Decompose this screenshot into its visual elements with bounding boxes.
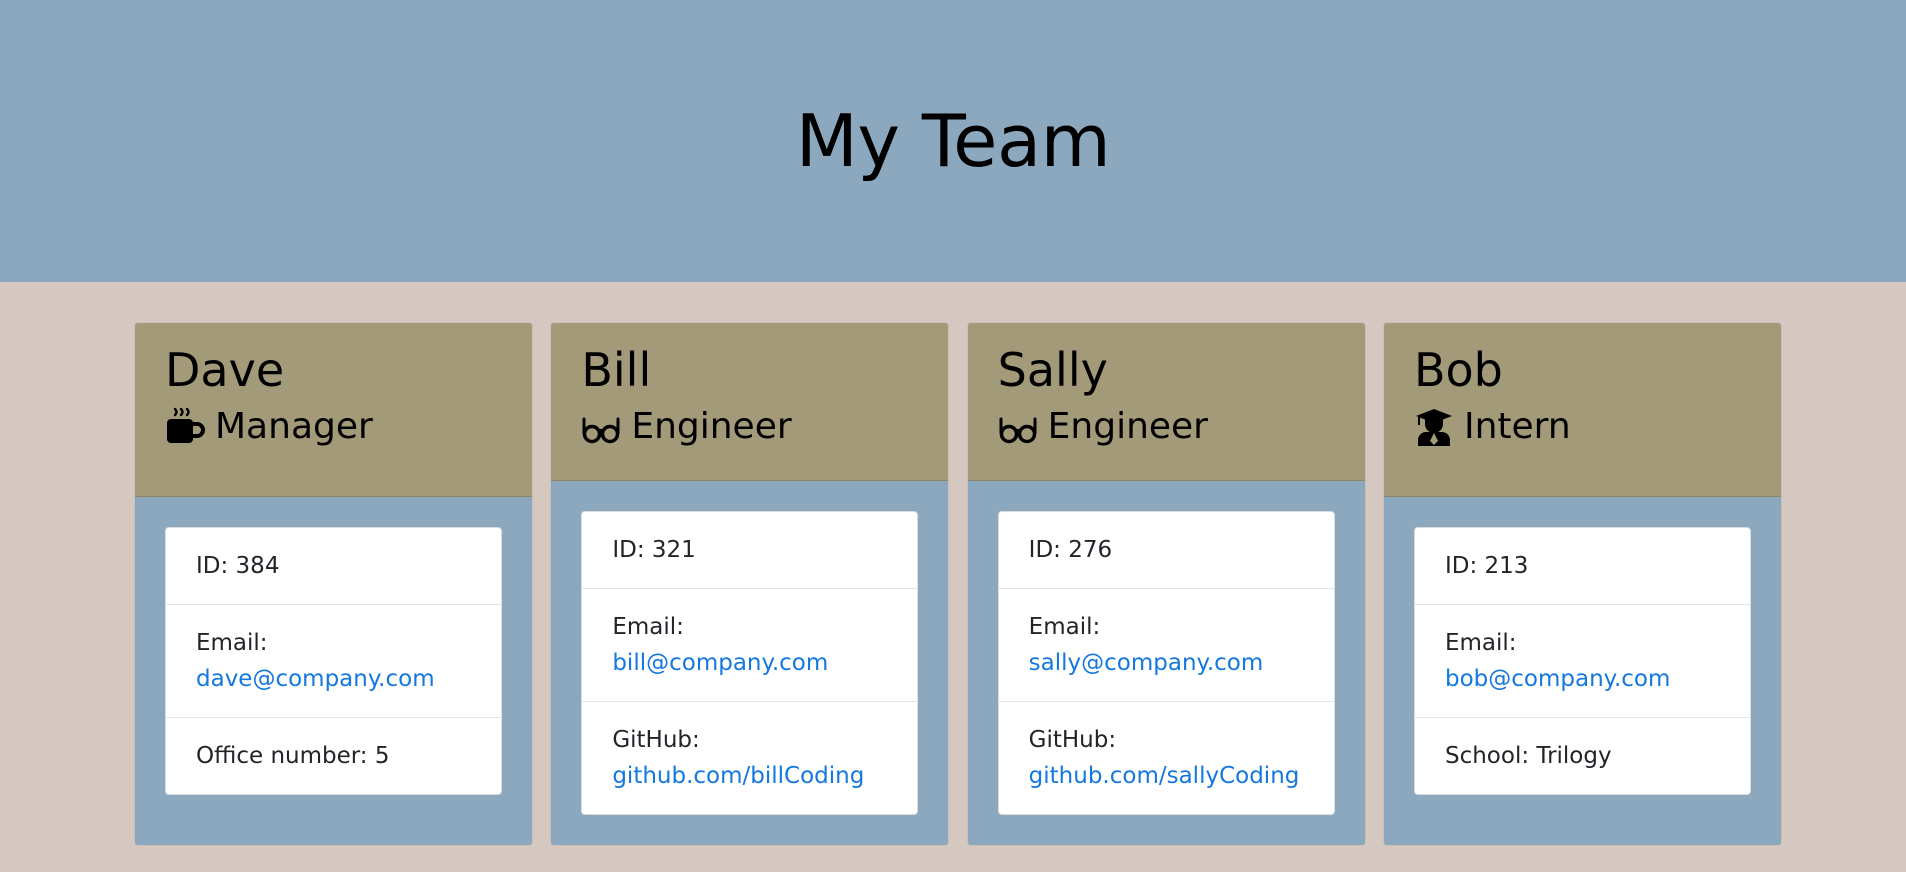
office-number: Office number: 5 [166, 717, 501, 794]
employee-name: Bob [1413, 343, 1503, 397]
card-body: ID: 213 Email: bob@company.com School: T… [1384, 497, 1781, 825]
glasses-icon [999, 417, 1037, 444]
email-label: Email: [1444, 630, 1517, 656]
coffee-mug-icon [167, 407, 205, 443]
employee-id: ID: 213 [1444, 553, 1529, 579]
employee-name: Sally [997, 343, 1108, 397]
email-label: Email: [612, 614, 684, 640]
employee-role: Engineer [998, 405, 1335, 448]
email-label: Email: [1028, 614, 1101, 640]
employee-role: Manager [165, 405, 502, 448]
email-link[interactable]: bill@company.com [612, 650, 828, 676]
info-list: ID: 321 Email: bill@company.com GitHub: … [581, 511, 919, 815]
employee-card: Sally Engineer ID: 276 Email: sally@comp… [966, 322, 1366, 846]
info-list: ID: 384 Email: dave@company.com Office n… [165, 527, 502, 795]
employee-email-row: Email: sally@company.com [998, 588, 1334, 701]
role-label: Intern [1463, 406, 1571, 448]
school: School: Trilogy [1414, 717, 1750, 794]
card-header: Bill Engineer [551, 323, 949, 481]
role-label: Engineer [1047, 406, 1208, 448]
employee-id: ID: 384 [196, 553, 280, 579]
employee-role: Intern [1414, 405, 1751, 448]
card-body: ID: 321 Email: bill@company.com GitHub: … [551, 481, 948, 845]
card-header: Sally Engineer [967, 323, 1365, 481]
glasses-icon [582, 417, 620, 444]
email-link[interactable]: dave@company.com [196, 666, 435, 692]
role-label: Engineer [631, 406, 792, 448]
role-label: Manager [215, 406, 373, 448]
github-label: GitHub: [612, 727, 700, 753]
github-row: GitHub: github.com/billCoding [582, 701, 918, 814]
employee-role: Engineer [581, 405, 918, 448]
github-label: GitHub: [1028, 727, 1117, 753]
info-list: ID: 276 Email: sally@company.com GitHub:… [997, 511, 1335, 815]
card-header: Dave Manager [135, 323, 532, 497]
email-link[interactable]: bob@company.com [1445, 666, 1670, 692]
card-body: ID: 384 Email: dave@company.com Office n… [135, 497, 532, 825]
employee-email-row: Email: dave@company.com [166, 604, 501, 717]
github-link[interactable]: github.com/sallyCoding [1029, 763, 1300, 789]
employee-card: Dave Manager ID: 384 Email: dave@company… [134, 322, 533, 846]
employee-id: ID: 321 [612, 537, 696, 563]
employee-email-row: Email: bob@company.com [1414, 604, 1750, 717]
team-grid: Dave Manager ID: 384 Email: dave@company… [134, 322, 1782, 846]
employee-id: ID: 276 [1028, 537, 1113, 563]
employee-email-row: Email: bill@company.com [582, 588, 918, 701]
page-header: My Team [0, 0, 1906, 282]
page-title: My Team [795, 99, 1111, 183]
github-row: GitHub: github.com/sallyCoding [998, 701, 1334, 814]
employee-card: Bill Engineer ID: 321 Email: bill@compan… [550, 322, 950, 846]
employee-name: Bill [581, 343, 652, 397]
card-header: Bob Intern [1383, 323, 1781, 497]
email-label: Email: [196, 630, 268, 656]
graduate-icon [1415, 408, 1452, 446]
employee-name: Dave [165, 343, 285, 397]
info-list: ID: 213 Email: bob@company.com School: T… [1413, 527, 1751, 795]
github-link[interactable]: github.com/billCoding [612, 763, 864, 789]
card-body: ID: 276 Email: sally@company.com GitHub:… [968, 481, 1365, 845]
email-link[interactable]: sally@company.com [1029, 650, 1264, 676]
employee-card: Bob Intern ID: 213 Email: bob@company.co… [1382, 322, 1782, 846]
